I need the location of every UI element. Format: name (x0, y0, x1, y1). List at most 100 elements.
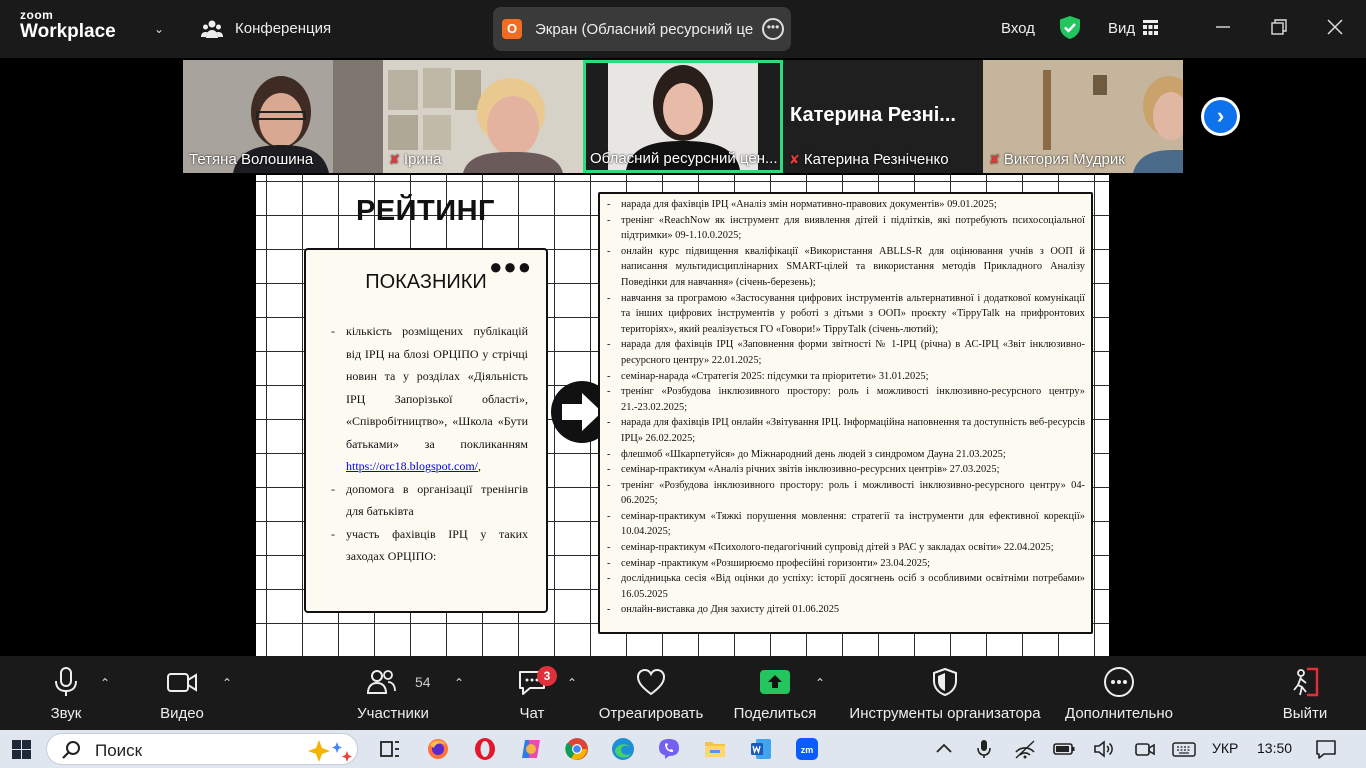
restore-icon[interactable] (1268, 16, 1290, 38)
participant-name: ✘ Ірина (389, 151, 441, 168)
camera-icon (167, 673, 197, 692)
security-shield-icon[interactable] (1059, 15, 1081, 40)
title-bar: zoom Workplace ⌄ Конференция О Экран (Об… (0, 0, 1366, 58)
host-tools-button[interactable]: Инструменты организатора (845, 656, 1045, 730)
participant-name-text: Ірина (403, 151, 442, 168)
list-item: тренінг «ReachNow як інструмент для вияв… (604, 213, 1085, 244)
participant-tile[interactable]: ✘ Виктория Мудрик (983, 60, 1183, 173)
search-icon (62, 741, 80, 759)
more-label: Дополнительно (1065, 705, 1173, 722)
indicator-text: участь фахівців ІРЦ у таких заходах ОРЦІ… (346, 526, 528, 564)
chat-unread-badge: 3 (537, 666, 557, 686)
mic-muted-icon: ✘ (989, 152, 1000, 167)
chevron-down-icon[interactable]: ⌄ (154, 22, 164, 36)
word-icon[interactable] (749, 737, 773, 761)
copilot-sparkle-icon (308, 740, 352, 762)
list-item: онлайн-виставка до Дня захисту дітей 01.… (604, 602, 1085, 618)
more-options-icon[interactable]: ••• (762, 18, 784, 40)
chrome-icon[interactable] (565, 737, 589, 761)
participant-tile[interactable]: Катерина Резні... ✘ Катерина Резніченко (783, 60, 983, 173)
indicator-text: допомога в організації тренінгів для бат… (346, 481, 528, 519)
svg-text:zm: zm (801, 745, 814, 755)
camera-in-use-icon[interactable] (1133, 737, 1157, 761)
chevron-right-icon: › (1204, 100, 1237, 133)
close-icon[interactable] (1324, 16, 1346, 38)
audio-options-caret[interactable]: ⌃ (100, 676, 110, 690)
list-item: нарада для фахівців ІРЦ онлайн «Звітуван… (604, 415, 1085, 446)
wifi-icon[interactable] (1013, 737, 1037, 761)
video-button[interactable]: Видео (150, 656, 214, 730)
next-page-button[interactable]: › (1201, 97, 1240, 136)
participant-tile-active-speaker[interactable]: Обласний ресурсний цен... (583, 60, 783, 173)
host-tools-label: Инструменты организатора (849, 705, 1041, 722)
participants-options-caret[interactable]: ⌃ (454, 676, 464, 690)
edge-icon[interactable] (611, 737, 635, 761)
share-source-title: Экран (Обласний ресурсний це (535, 21, 753, 38)
list-item: участь фахівців ІРЦ у таких заходах ОРЦІ… (328, 523, 528, 568)
grid-view-icon[interactable] (1143, 20, 1158, 35)
zoom-workplace-logo: zoom Workplace (20, 9, 116, 41)
viber-icon[interactable] (657, 737, 681, 761)
shield-icon (933, 667, 957, 697)
list-item: тренінг «Розбудова інклюзивного простору… (604, 384, 1085, 415)
blog-link[interactable]: https://orc18.blogspot.com/ (346, 459, 478, 473)
show-hidden-icons-chevron[interactable] (932, 737, 956, 761)
audio-button[interactable]: Звук (36, 656, 96, 730)
input-language-indicator[interactable]: УКР (1212, 740, 1238, 756)
audio-label: Звук (50, 705, 82, 722)
windows-start-icon[interactable] (12, 740, 31, 759)
participant-name: ✘ Виктория Мудрик (989, 151, 1125, 168)
microphone-icon (55, 667, 77, 696)
react-label: Отреагировать (598, 705, 704, 722)
taskbar-search-box[interactable]: Поиск (46, 733, 358, 765)
heart-icon (636, 668, 666, 696)
list-item: допомога в організації тренінгів для бат… (328, 478, 528, 523)
task-view-icon[interactable] (378, 737, 402, 761)
participant-tile[interactable]: ✘ Ірина (383, 60, 583, 173)
indicators-list: кількість розміщених публікацій від ІРЦ … (328, 320, 528, 568)
list-item: семінар-практикум «Психолого-педагогічни… (604, 540, 1085, 556)
react-button[interactable]: Отреагировать (596, 656, 706, 730)
file-explorer-icon[interactable] (703, 737, 727, 761)
participant-thumbnail-strip: Тетяна Волошина ✘Ірина Обласний ресурсн (183, 60, 1183, 173)
windows-taskbar: Поиск zm УКР 13:50 (0, 730, 1366, 768)
list-item: нарада для фахівців ІРЦ «Аналіз змін нор… (604, 197, 1085, 213)
mic-muted-icon: ✘ (389, 152, 400, 167)
view-menu-label[interactable]: Вид (1108, 20, 1135, 37)
chat-options-caret[interactable]: ⌃ (567, 676, 577, 690)
zoom-taskbar-icon[interactable]: zm (795, 737, 819, 761)
more-icon (1104, 667, 1134, 697)
list-item: семінар-практикум «Аналіз річних звітів … (604, 462, 1085, 478)
participant-name-placeholder: Катерина Резні... (790, 104, 956, 126)
meeting-toolbar: Звук ⌃ Видео ⌃ 54 Участники ⌃ Чат ⌃ Отре… (0, 656, 1366, 730)
participant-tile[interactable]: Тетяна Волошина (183, 60, 383, 173)
leave-button[interactable]: Выйти (1280, 656, 1330, 730)
notifications-icon[interactable] (1314, 737, 1338, 761)
video-label: Видео (160, 705, 204, 722)
participants-button[interactable]: 54 Участники (355, 656, 431, 730)
more-button[interactable]: Дополнительно (1062, 656, 1176, 730)
copilot-icon[interactable] (519, 737, 543, 761)
conference-menu-label[interactable]: Конференция (235, 20, 331, 37)
microphone-in-use-icon[interactable] (972, 737, 996, 761)
screen-share-indicator[interactable]: О Экран (Обласний ресурсний це ••• (493, 7, 791, 51)
list-item: семінар-нарада «Стратегія 2025: підсумки… (604, 369, 1085, 385)
taskbar-clock[interactable]: 13:50 (1257, 740, 1292, 756)
participant-name: ✘ Катерина Резніченко (789, 151, 949, 168)
keyboard-icon[interactable] (1172, 737, 1196, 761)
share-screen-icon (760, 670, 790, 694)
volume-icon[interactable] (1092, 737, 1116, 761)
participants-label: Участники (357, 705, 429, 722)
share-options-caret[interactable]: ⌃ (815, 676, 825, 690)
sign-in-button[interactable]: Вход (1001, 20, 1035, 37)
list-item: онлайн курс підвищення кваліфікації «Вик… (604, 244, 1085, 291)
firefox-icon[interactable] (426, 737, 450, 761)
opera-icon[interactable] (473, 737, 497, 761)
video-options-caret[interactable]: ⌃ (222, 676, 232, 690)
minimize-icon[interactable] (1212, 16, 1234, 38)
participants-count: 54 (415, 674, 431, 690)
share-screen-button[interactable]: Поделиться (728, 656, 822, 730)
people-icon[interactable] (201, 18, 223, 40)
card-title: ПОКАЗНИКИ (365, 271, 487, 293)
battery-icon[interactable] (1052, 737, 1076, 761)
